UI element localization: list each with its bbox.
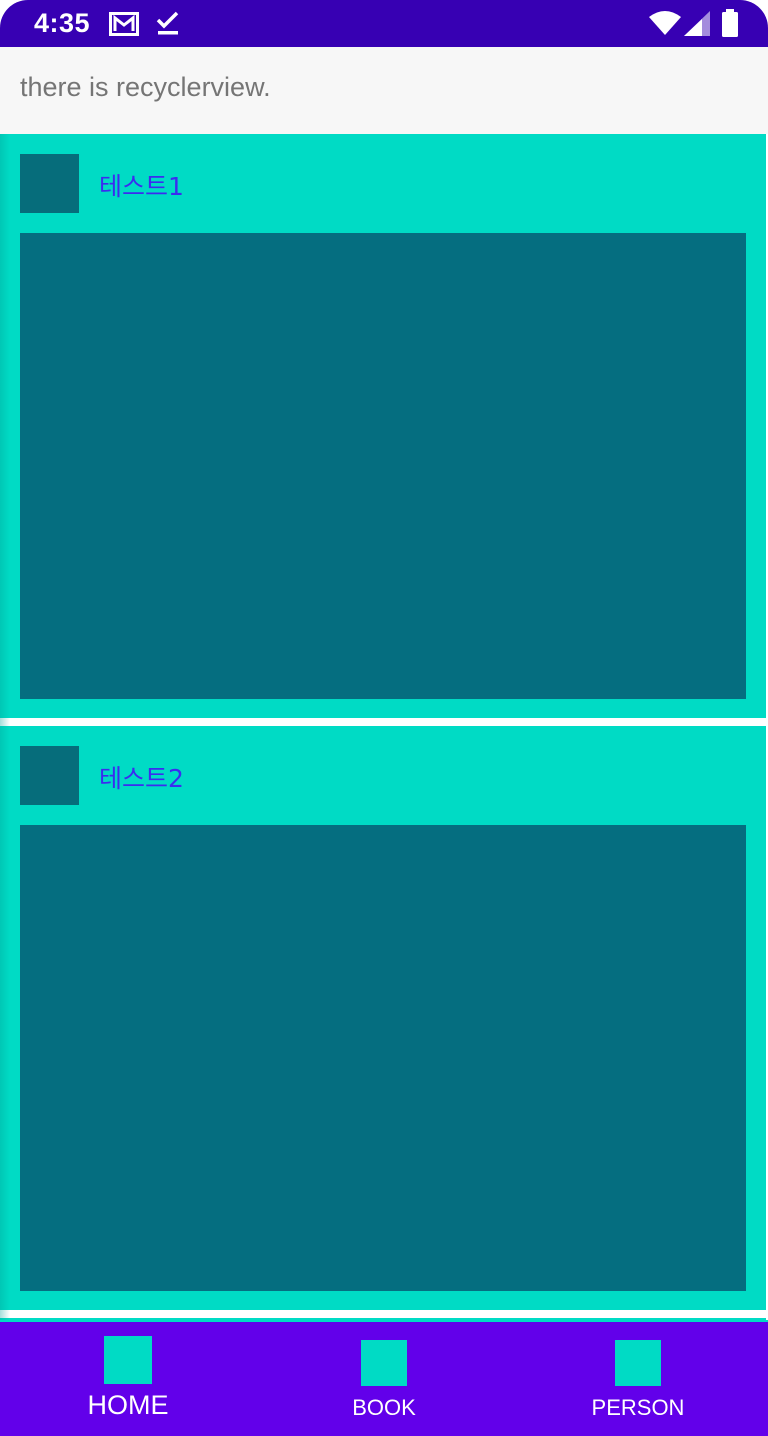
bottom-navigation: HOME BOOK PERSON bbox=[0, 1320, 768, 1436]
item-image bbox=[20, 233, 746, 699]
nav-label-person: PERSON bbox=[591, 1395, 685, 1420]
book-icon bbox=[361, 1340, 407, 1386]
status-time: 4:35 bbox=[34, 8, 91, 38]
nav-label-book: BOOK bbox=[352, 1395, 416, 1420]
nav-item-person[interactable]: PERSON bbox=[510, 1322, 766, 1436]
status-bar: 4:35 bbox=[0, 0, 768, 47]
checkmark-icon bbox=[156, 11, 179, 35]
nav-item-home[interactable]: HOME bbox=[0, 1322, 256, 1436]
recycler-view[interactable]: 테스트1 테스트2 bbox=[0, 134, 768, 1320]
item-title: 테스트1 bbox=[99, 172, 184, 201]
home-icon bbox=[104, 1336, 152, 1384]
item-thumbnail bbox=[20, 154, 79, 213]
nav-label-home: HOME bbox=[87, 1390, 169, 1420]
gmail-icon bbox=[109, 12, 139, 36]
signal-icon bbox=[684, 11, 710, 36]
header-text: there is recyclerview. bbox=[20, 72, 271, 102]
battery-icon bbox=[722, 9, 738, 37]
nav-item-book[interactable]: BOOK bbox=[256, 1322, 512, 1436]
person-icon bbox=[615, 1340, 661, 1386]
list-item[interactable]: 테스트2 bbox=[0, 726, 766, 1310]
item-image bbox=[20, 825, 746, 1291]
wifi-icon bbox=[649, 11, 681, 35]
item-title: 테스트2 bbox=[99, 764, 184, 793]
header-area: there is recyclerview. bbox=[0, 47, 768, 134]
list-item[interactable]: 테스트1 bbox=[0, 134, 766, 718]
item-thumbnail bbox=[20, 746, 79, 805]
